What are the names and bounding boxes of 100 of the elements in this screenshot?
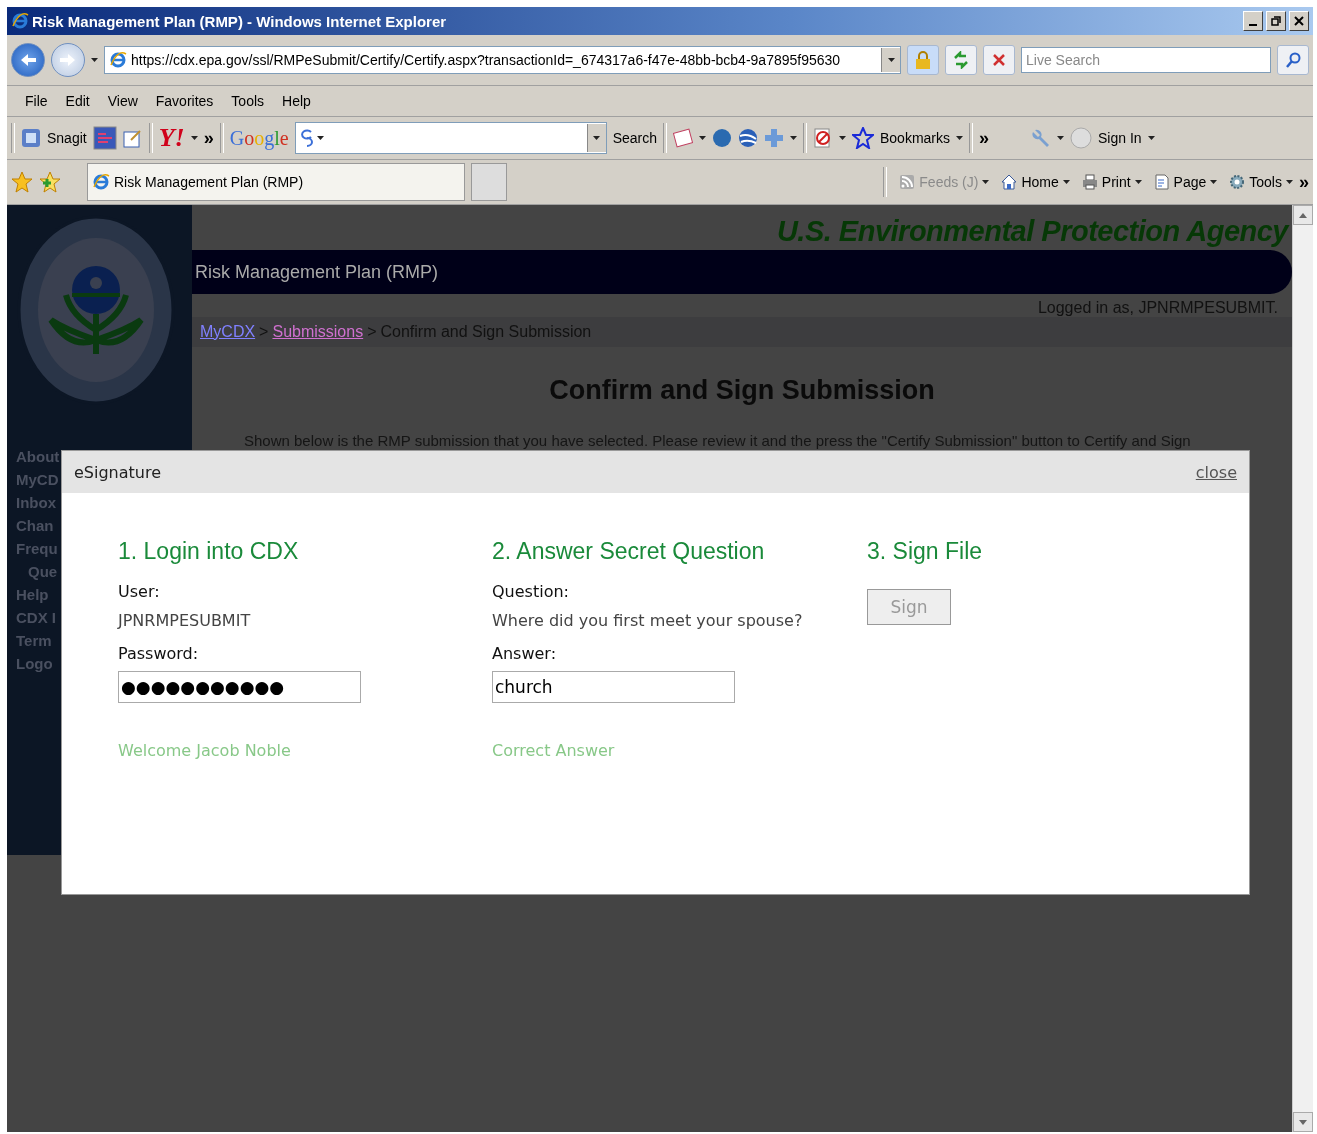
minimize-button[interactable] (1243, 11, 1263, 31)
field-label: User: (118, 582, 160, 601)
dropdown-arrow-icon[interactable] (982, 180, 990, 184)
back-button[interactable] (11, 43, 45, 77)
bookmarks-button[interactable]: Bookmarks (880, 130, 950, 146)
dropdown-arrow-icon[interactable] (190, 136, 198, 140)
yahoo-logo[interactable]: Y! (158, 123, 185, 153)
window-icon[interactable] (92, 126, 117, 150)
minimize-icon (1249, 23, 1257, 26)
menu-item[interactable]: File (25, 93, 48, 109)
scroll-up-button[interactable] (1293, 205, 1313, 225)
close-link[interactable]: close (1195, 462, 1237, 482)
close-icon (992, 53, 1006, 67)
google-logo: Google (229, 126, 289, 150)
search-icon (1285, 52, 1301, 68)
agency-name: U.S. Environmental Protection Agency (776, 215, 1288, 248)
status-message: Welcome Jacob Noble (118, 741, 291, 760)
ball-icon[interactable] (712, 128, 732, 148)
google-search-field[interactable] (294, 122, 607, 154)
dropdown-arrow-icon[interactable] (1134, 180, 1142, 184)
dropdown-arrow-icon[interactable] (790, 136, 797, 140)
blocked-popup-icon[interactable] (813, 127, 833, 149)
dropdown-arrow-icon[interactable] (956, 136, 963, 140)
star-plus-icon[interactable] (39, 171, 61, 193)
stop-button[interactable] (983, 45, 1015, 75)
page-icon (1153, 174, 1170, 190)
google-search-button[interactable]: Search (612, 130, 657, 146)
security-question: Where did you first meet your spouse? (492, 611, 803, 630)
search-button[interactable] (1277, 45, 1309, 75)
arrow-left-icon (19, 52, 37, 68)
padlock-icon[interactable] (907, 45, 939, 75)
restore-button[interactable] (1266, 11, 1286, 31)
page-icon (92, 173, 110, 191)
refresh-button[interactable] (945, 45, 977, 75)
arrow-down-icon (1299, 1119, 1307, 1125)
browser-logo-icon (11, 12, 29, 30)
user-name: JPNRMPESUBMIT (118, 611, 251, 630)
more-button[interactable]: » (1299, 171, 1309, 193)
page-heading: Confirm and Sign Submission (548, 375, 936, 406)
dropdown-arrow-icon[interactable] (839, 136, 846, 140)
dropdown-arrow-icon[interactable] (699, 136, 706, 140)
search-field[interactable]: Live Search (1021, 47, 1271, 73)
star-icon[interactable] (11, 171, 33, 193)
dropdown-arrow-icon[interactable] (316, 136, 324, 140)
globe-icon[interactable] (738, 128, 758, 148)
snagit-button[interactable]: Snagit (47, 130, 87, 146)
status-message: Correct Answer (492, 741, 615, 760)
answer-field[interactable]: church (492, 671, 735, 703)
edit-icon[interactable] (122, 128, 143, 148)
menu-item[interactable]: Help (282, 93, 311, 109)
breadcrumb-separator: > (367, 323, 377, 341)
forward-button[interactable] (51, 43, 85, 77)
dropdown-arrow-icon[interactable] (1210, 180, 1218, 184)
close-button[interactable] (1289, 11, 1309, 31)
restore-icon (1271, 16, 1281, 26)
command-button[interactable]: Home (1021, 174, 1059, 190)
dialog-title: eSignature (74, 462, 162, 482)
arrow-right-icon (59, 52, 77, 68)
menu-item[interactable]: Edit (65, 93, 90, 109)
more-button[interactable]: » (203, 127, 214, 149)
dropdown-arrow-icon[interactable] (887, 58, 895, 62)
field-label: Password: (118, 644, 199, 663)
command-button[interactable]: Print (1101, 174, 1131, 190)
scroll-down-button[interactable] (1293, 1112, 1313, 1132)
menu-item[interactable]: View (107, 93, 138, 109)
dropdown-arrow-icon[interactable] (1057, 136, 1065, 140)
browser-tab[interactable]: Risk Management Plan (RMP) (87, 163, 465, 201)
password-field[interactable]: ●●●●●●●●●●● (118, 671, 361, 703)
dropdown-arrow-icon[interactable] (1062, 180, 1070, 184)
step-title: 3. Sign File (867, 538, 983, 565)
field-label: Question: (492, 582, 569, 601)
field-label: Answer: (492, 644, 557, 663)
feed-icon (899, 174, 916, 190)
printer-icon (1081, 174, 1098, 190)
dropdown-arrow-icon[interactable] (593, 136, 601, 140)
house-icon (1001, 174, 1018, 190)
step-title: 2. Answer Secret Question (492, 538, 765, 565)
command-button[interactable]: Page (1173, 174, 1207, 190)
page-icon (109, 51, 127, 69)
refresh-icon (952, 51, 970, 69)
arrow-up-icon (1299, 212, 1307, 218)
dropdown-arrow-icon[interactable] (1286, 180, 1293, 184)
menu-item[interactable]: Favorites (155, 93, 214, 109)
dropdown-arrow-icon[interactable] (91, 58, 98, 62)
star-icon[interactable] (852, 127, 874, 149)
window-title: Risk Management Plan (RMP) - Windows Internet Explorer (32, 12, 448, 30)
menu-item[interactable]: Tools (231, 93, 265, 109)
address-field[interactable]: https://cdx.epa.gov/ssl/RMPeSubmit/Certify/Certify.aspx?transactionId=_674317a6-f47e-48bb-bcb4-9a7895f95630 (104, 46, 901, 74)
app-banner: Risk Management Plan (RMP) (192, 250, 1292, 294)
step-title: 1. Login into CDX (118, 538, 299, 565)
breadcrumb-separator: > (259, 323, 269, 341)
breadcrumb-link[interactable]: Submissions (272, 323, 364, 341)
close-icon (1294, 16, 1304, 26)
snagit-icon[interactable] (21, 128, 41, 148)
sign-in-button[interactable]: Sign In (1098, 130, 1142, 146)
command-button[interactable]: Tools (1249, 174, 1282, 190)
gear-icon (1229, 174, 1246, 190)
scrollbar[interactable] (1292, 205, 1313, 1132)
more-button[interactable]: » (979, 127, 990, 149)
dropdown-arrow-icon[interactable] (1147, 136, 1155, 140)
